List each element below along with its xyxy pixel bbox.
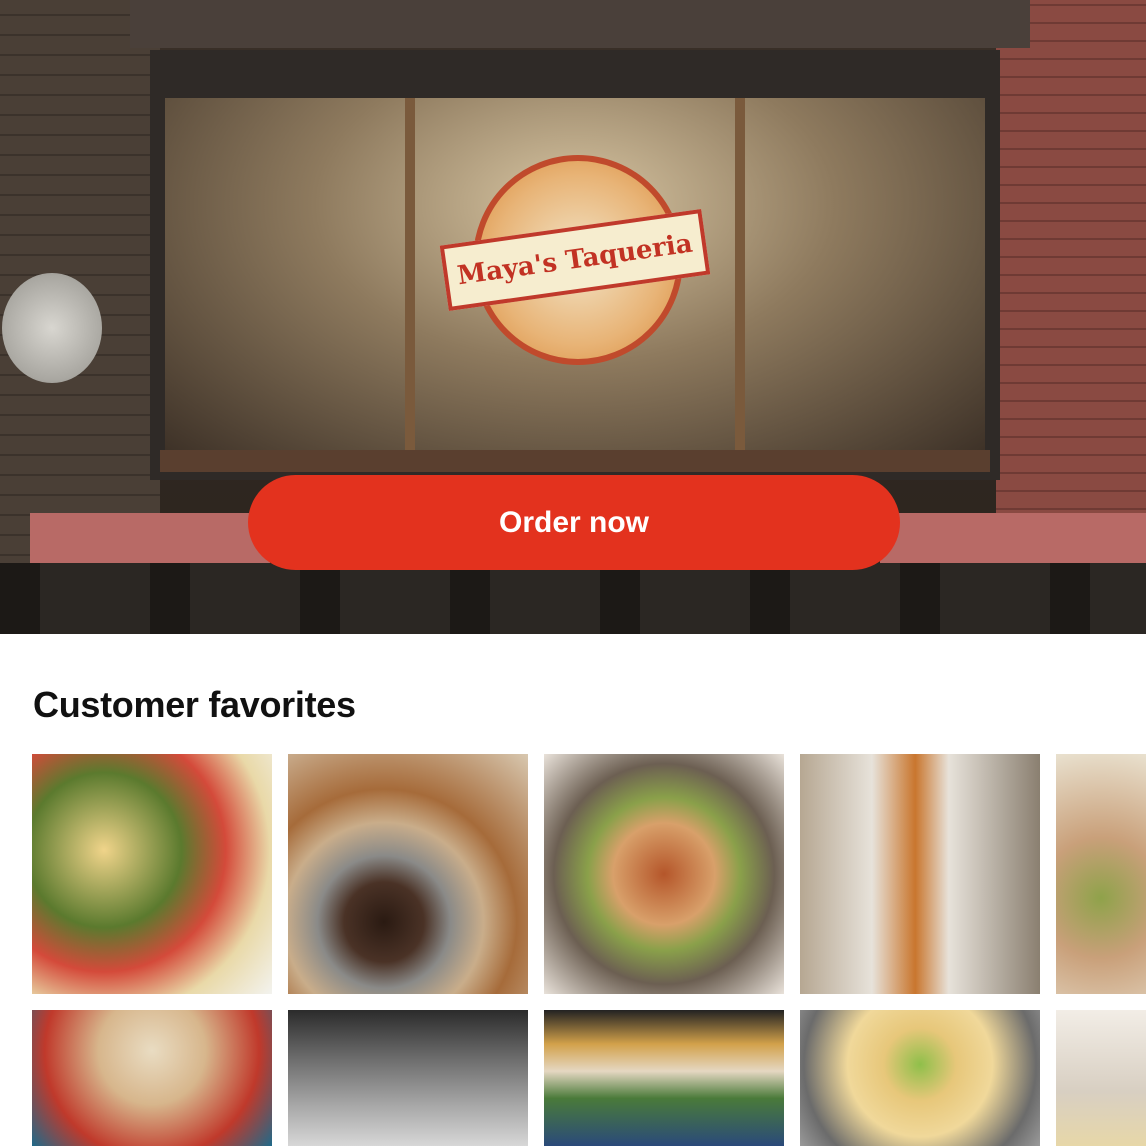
storefront-awning [130,0,1030,48]
hero-banner: Maya's Taqueria Order now [0,0,1146,634]
order-now-button[interactable]: Order now [248,475,900,570]
food-photo [32,754,272,994]
window-sill [160,450,990,472]
wall-clock [2,273,102,383]
food-photo [544,1010,784,1146]
stools [0,563,1146,634]
food-photo [800,754,1040,994]
section-title: Customer favorites [33,684,356,725]
window-mullion [735,98,745,453]
favorite-item[interactable] [544,754,784,994]
favorite-item[interactable] [1056,754,1146,994]
favorite-item[interactable] [288,754,528,994]
food-photo [800,1010,1040,1146]
outdoor-table [880,513,1146,563]
window-mullion [405,98,415,453]
food-photo [1056,1010,1146,1146]
favorite-item[interactable] [32,754,272,994]
favorite-item[interactable] [544,1010,784,1146]
favorite-item[interactable] [32,1010,272,1146]
food-photo [288,1010,528,1146]
outdoor-table [30,513,270,563]
favorite-item[interactable] [800,1010,1040,1146]
food-photo [544,754,784,994]
food-photo [288,754,528,994]
food-photo [32,1010,272,1146]
restaurant-logo: Maya's Taqueria [439,155,711,375]
favorite-item[interactable] [1056,1010,1146,1146]
favorite-item[interactable] [288,1010,528,1146]
food-photo [1056,754,1146,994]
favorite-item[interactable] [800,754,1040,994]
